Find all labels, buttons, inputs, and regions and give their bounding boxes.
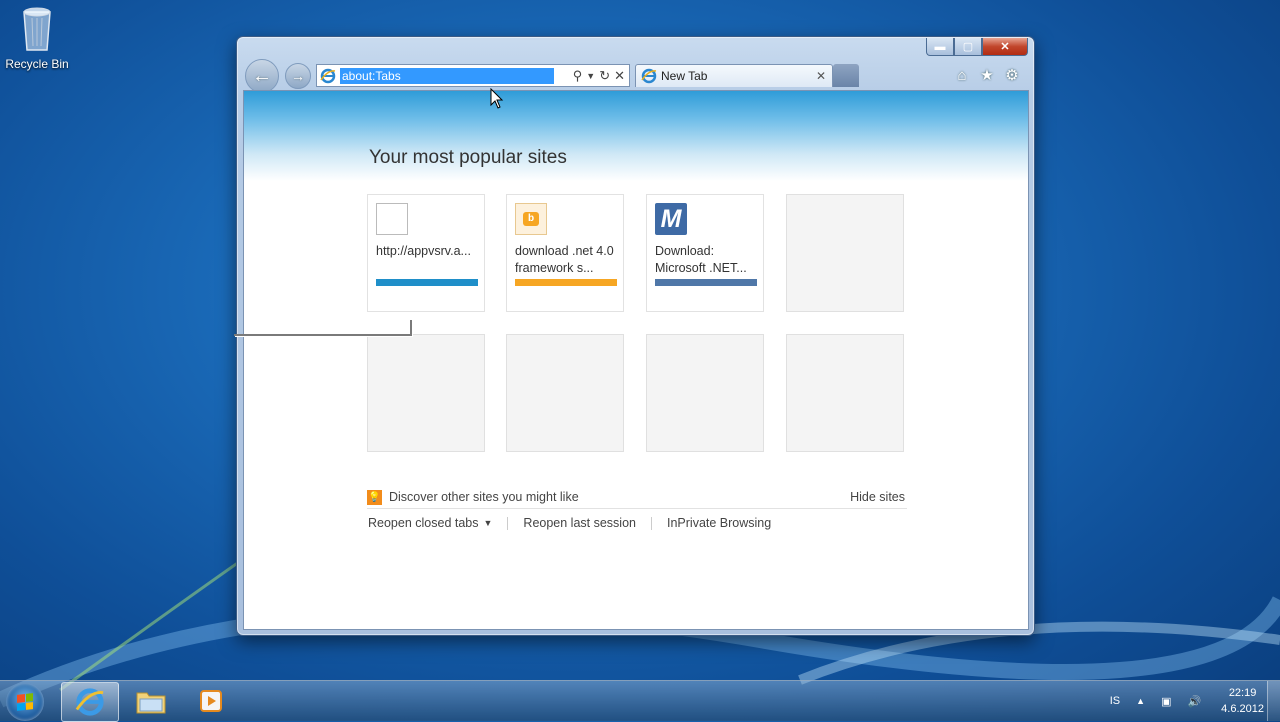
show-hidden-icons-icon[interactable]: ▲ xyxy=(1136,696,1145,706)
network-icon[interactable]: ▣ xyxy=(1161,695,1171,708)
tab-close-icon[interactable]: ✕ xyxy=(816,69,826,83)
blank-favicon-icon xyxy=(376,203,408,235)
tab-title: New Tab xyxy=(661,69,708,83)
search-icon[interactable]: ⚲ xyxy=(573,68,583,84)
site-tile-label: Download: Microsoft .NET... xyxy=(655,244,747,275)
empty-site-tile[interactable] xyxy=(506,334,624,452)
discover-row: 💡 Discover other sites you might like Hi… xyxy=(367,486,907,509)
clock-date: 4.6.2012 xyxy=(1221,703,1264,715)
site-tile-label: download .net 4.0 framework s... xyxy=(515,244,614,275)
mouse-cursor-icon xyxy=(490,88,504,109)
divider xyxy=(507,516,509,530)
new-tab-button[interactable] xyxy=(833,64,859,87)
new-tab-page: Your most popular sites http://appvsrv.a… xyxy=(243,90,1029,630)
taskbar-media-player-button[interactable] xyxy=(183,682,239,720)
close-icon: ✕ xyxy=(1000,41,1010,53)
dropdown-icon[interactable]: ▼ xyxy=(586,71,595,81)
bottom-links: Reopen closed tabs ▼ Reopen last session… xyxy=(368,516,771,530)
address-input[interactable] xyxy=(340,67,554,84)
stop-icon[interactable]: ✕ xyxy=(614,68,625,84)
page-title: Your most popular sites xyxy=(369,147,567,168)
close-window-button[interactable]: ✕ xyxy=(982,38,1028,56)
system-tray: IS ▲ ▣ 🔊 22:19 4.6.2012 xyxy=(1102,681,1264,721)
divider xyxy=(651,516,652,530)
chevron-down-icon[interactable]: ▼ xyxy=(484,518,493,528)
site-tile-bar xyxy=(515,279,617,286)
site-tile[interactable]: b download .net 4.0 framework s... xyxy=(506,194,624,312)
ie-tab-icon xyxy=(641,68,657,84)
internet-explorer-icon xyxy=(75,688,104,716)
ie-page-icon xyxy=(320,68,336,83)
lightbulb-icon: 💡 xyxy=(367,489,382,505)
taskbar: IS ▲ ▣ 🔊 22:19 4.6.2012 xyxy=(0,680,1280,722)
empty-site-tile[interactable] xyxy=(646,334,764,452)
minimize-button[interactable]: ▬ xyxy=(926,38,954,56)
tab-new-tab[interactable]: New Tab ✕ xyxy=(635,64,833,87)
bing-favicon-icon: b xyxy=(515,203,547,235)
windows-logo-icon xyxy=(17,693,33,711)
show-desktop-button[interactable] xyxy=(1267,681,1280,721)
favorites-star-icon[interactable]: ★ xyxy=(978,66,996,84)
minimize-icon: ▬ xyxy=(934,40,946,53)
header-gradient xyxy=(244,91,1028,181)
home-icon[interactable]: ⌂ xyxy=(953,66,971,84)
caption-buttons: ▬ ▢ ✕ xyxy=(926,38,1028,56)
back-arrow-icon: ← xyxy=(252,64,272,87)
volume-icon[interactable]: 🔊 xyxy=(1187,695,1201,708)
language-indicator[interactable]: IS xyxy=(1110,695,1120,707)
inprivate-browsing-link[interactable]: InPrivate Browsing xyxy=(667,516,771,530)
address-tools: ⚲ ▼ ↻ ✕ xyxy=(573,68,629,84)
reopen-last-session-link[interactable]: Reopen last session xyxy=(523,516,636,530)
folder-icon xyxy=(136,692,166,714)
site-tile[interactable]: M Download: Microsoft .NET... xyxy=(646,194,764,312)
maximize-button[interactable]: ▢ xyxy=(954,38,982,56)
taskbar-ie-button[interactable] xyxy=(61,682,119,722)
media-player-icon xyxy=(200,690,222,712)
address-bar: ⚲ ▼ ↻ ✕ xyxy=(316,64,630,87)
microsoft-m-favicon-icon: M xyxy=(655,203,687,235)
forward-button[interactable]: → xyxy=(285,63,311,89)
reopen-closed-tabs-link[interactable]: Reopen closed tabs xyxy=(368,516,479,530)
start-button[interactable] xyxy=(6,683,44,721)
empty-site-tile[interactable] xyxy=(367,334,485,452)
site-tile-bar xyxy=(655,279,757,286)
discover-link[interactable]: Discover other sites you might like xyxy=(389,490,579,504)
site-tile[interactable]: http://appvsrv.a... xyxy=(367,194,485,312)
maximize-icon: ▢ xyxy=(962,41,974,53)
empty-site-tile[interactable] xyxy=(786,334,904,452)
site-tile-label: http://appvsrv.a... xyxy=(376,244,471,258)
recycle-bin[interactable]: Recycle Bin xyxy=(4,6,70,71)
clock-time: 22:19 xyxy=(1228,687,1257,699)
site-tile-bar xyxy=(376,279,478,286)
taskbar-explorer-button[interactable] xyxy=(123,682,179,720)
recycle-bin-label: Recycle Bin xyxy=(5,57,69,71)
hide-sites-link[interactable]: Hide sites xyxy=(850,490,905,504)
recycle-bin-icon xyxy=(23,7,51,51)
tools-gear-icon[interactable]: ⚙ xyxy=(1003,66,1021,84)
back-button[interactable]: ← xyxy=(245,59,279,93)
empty-site-tile[interactable] xyxy=(786,194,904,312)
drag-ghost-outline xyxy=(234,320,412,336)
clock[interactable]: 22:19 4.6.2012 xyxy=(1221,685,1264,717)
forward-arrow-icon: → xyxy=(291,68,305,84)
ie-window: ▬ ▢ ✕ ← → ⚲ ▼ ↻ ✕ New Tab ✕ ⌂ ★ ⚙ Your xyxy=(236,36,1035,636)
refresh-icon[interactable]: ↻ xyxy=(599,68,610,84)
